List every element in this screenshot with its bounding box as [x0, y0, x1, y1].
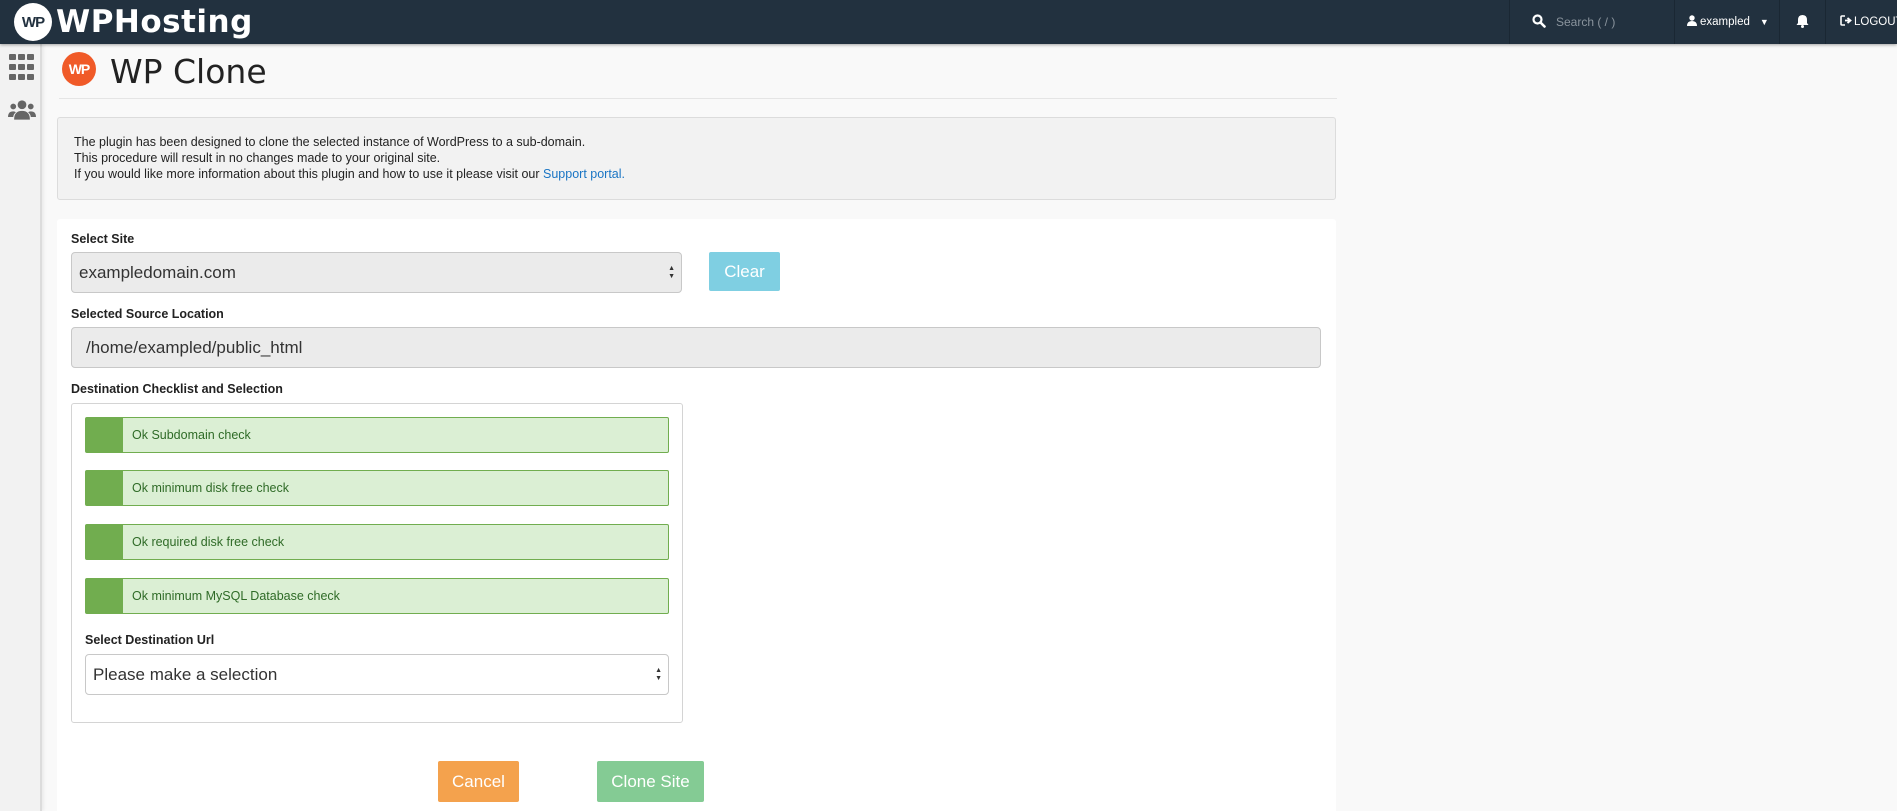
info-box: The plugin has been designed to clone th… — [57, 117, 1336, 200]
support-portal-link[interactable]: Support portal. — [543, 167, 625, 181]
brand-name: WPHosting — [56, 4, 253, 40]
check-status-bar — [86, 471, 123, 505]
check-item: Ok minimum disk free check — [85, 470, 669, 506]
top-right-controls: exampled ▼ LOGOUT — [1509, 0, 1897, 44]
bell-icon — [1796, 14, 1809, 31]
select-arrows-icon: ▲ ▼ — [668, 265, 675, 280]
check-label: Ok minimum disk free check — [132, 481, 289, 495]
user-menu[interactable]: exampled ▼ — [1674, 0, 1779, 44]
sign-out-icon — [1840, 15, 1852, 29]
search-box[interactable] — [1509, 0, 1674, 44]
select-arrows-icon: ▲ ▼ — [655, 667, 662, 682]
info-line-3: If you would like more information about… — [74, 166, 1319, 182]
search-input[interactable] — [1556, 15, 1666, 29]
clone-form: Select Site exampledomain.com ▲ ▼ Clear S… — [57, 219, 1336, 811]
info-line-1: The plugin has been designed to clone th… — [74, 135, 586, 149]
check-label: Ok Subdomain check — [132, 428, 251, 442]
brand-logo-icon: WP — [14, 3, 52, 41]
brand[interactable]: WP WPHosting — [14, 3, 253, 41]
check-status-bar — [86, 579, 123, 613]
logout-button[interactable]: LOGOUT — [1825, 0, 1897, 44]
users-icon[interactable] — [8, 96, 36, 124]
cancel-button[interactable]: Cancel — [438, 761, 519, 802]
info-line-3-text: If you would like more information about… — [74, 167, 544, 181]
check-label: Ok required disk free check — [132, 535, 285, 549]
wp-logo-icon: WP — [62, 51, 96, 86]
search-icon — [1532, 13, 1546, 31]
username: exampled — [1700, 16, 1750, 28]
destination-url-label: Select Destination Url — [85, 633, 215, 647]
check-item: Ok minimum MySQL Database check — [85, 578, 669, 614]
check-item: Ok required disk free check — [85, 524, 669, 560]
check-label: Ok minimum MySQL Database check — [132, 589, 340, 603]
grid-icon[interactable] — [8, 53, 34, 81]
logout-label: LOGOUT — [1854, 16, 1897, 28]
source-location-label: Selected Source Location — [71, 307, 224, 321]
top-navbar: WP WPHosting exampled ▼ LOGOUT — [0, 0, 1897, 44]
notifications-button[interactable] — [1779, 0, 1825, 44]
destination-checklist-label: Destination Checklist and Selection — [71, 382, 283, 396]
check-item: Ok Subdomain check — [85, 417, 669, 453]
info-line-2: This procedure will result in no changes… — [74, 151, 441, 165]
select-site-dropdown[interactable]: exampledomain.com ▲ ▼ — [71, 252, 682, 293]
check-status-bar — [86, 525, 123, 559]
select-site-value: exampledomain.com — [79, 262, 236, 282]
select-site-label: Select Site — [71, 232, 135, 246]
destination-checklist: Ok Subdomain check Ok minimum disk free … — [71, 403, 683, 723]
main-content: WP WP Clone The plugin has been designed… — [57, 44, 1337, 811]
clone-site-button[interactable]: Clone Site — [597, 761, 704, 802]
user-icon — [1687, 15, 1697, 29]
sidebar — [0, 44, 42, 811]
caret-down-icon: ▼ — [1759, 17, 1769, 27]
destination-url-dropdown[interactable]: Please make a selection ▲ ▼ — [85, 654, 669, 695]
page-header: WP WP Clone — [59, 44, 1337, 99]
page-title: WP Clone — [110, 51, 267, 91]
clear-button[interactable]: Clear — [709, 252, 780, 291]
destination-url-value: Please make a selection — [93, 664, 278, 684]
check-status-bar — [86, 418, 123, 452]
source-location-input[interactable] — [71, 327, 1321, 368]
